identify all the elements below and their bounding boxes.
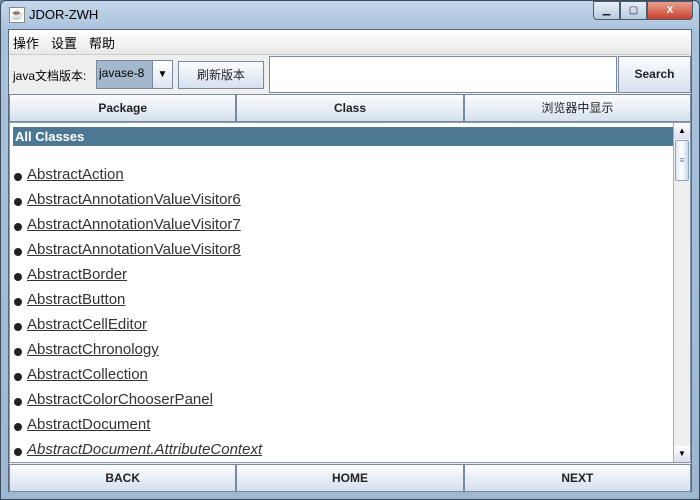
bullet-icon: [14, 197, 22, 206]
tab-browser[interactable]: 浏览器中显示: [463, 94, 691, 122]
bullet-icon: [14, 347, 22, 356]
menu-operate[interactable]: 操作: [13, 33, 39, 52]
back-button[interactable]: BACK: [9, 464, 237, 492]
list-item: AbstractAnnotationValueVisitor8: [13, 237, 262, 262]
maximize-button[interactable]: ▢: [620, 1, 647, 20]
list-item: AbstractAction: [13, 162, 262, 187]
class-list: All Classes AbstractAction AbstractAnnota…: [9, 122, 691, 463]
list-header: All Classes: [13, 127, 673, 146]
next-button[interactable]: NEXT: [463, 464, 691, 492]
bullet-icon: [14, 322, 22, 331]
version-select[interactable]: javase-8 ▼: [96, 60, 173, 89]
list-item: AbstractAnnotationValueVisitor7: [13, 212, 262, 237]
window-title: JDOR-ZWH: [29, 7, 99, 22]
menu-settings[interactable]: 设置: [51, 33, 77, 52]
bullet-icon: [14, 422, 22, 431]
scroll-up-icon[interactable]: ▲: [674, 123, 690, 139]
chevron-down-icon[interactable]: ▼: [152, 61, 172, 88]
class-link[interactable]: AbstractChronology: [27, 341, 159, 358]
list-item: AbstractColorChooserPanel: [13, 387, 262, 412]
version-value: javase-8: [97, 61, 152, 88]
bullet-icon: [14, 272, 22, 281]
close-button[interactable]: X: [647, 1, 693, 20]
list-item: AbstractChronology: [13, 337, 262, 362]
minimize-button[interactable]: ▁: [593, 1, 620, 20]
tab-class[interactable]: Class: [236, 94, 464, 122]
java-app-icon: ☕: [9, 7, 25, 23]
tab-package[interactable]: Package: [9, 94, 237, 122]
scroll-down-icon[interactable]: ▼: [674, 446, 690, 462]
bullet-icon: [14, 447, 22, 456]
bullet-icon: [14, 372, 22, 381]
view-tabs: Package Class 浏览器中显示: [9, 94, 691, 122]
list-item: AbstractDocument.AttributeContext: [13, 437, 262, 462]
class-link[interactable]: AbstractDocument: [27, 416, 150, 433]
vertical-scrollbar[interactable]: ▲ ≡ ▼: [673, 123, 690, 462]
list-item: AbstractDocument: [13, 412, 262, 437]
class-link[interactable]: AbstractCollection: [27, 366, 148, 383]
nav-bar: BACK HOME NEXT: [9, 464, 691, 492]
class-link[interactable]: AbstractDocument.AttributeContext: [27, 441, 262, 458]
refresh-version-button[interactable]: 刷新版本: [178, 61, 264, 89]
menu-bar: 操作 设置 帮助: [9, 30, 691, 55]
bullet-icon: [14, 397, 22, 406]
scroll-thumb[interactable]: ≡: [675, 140, 689, 181]
class-link[interactable]: AbstractCellEditor: [27, 316, 147, 333]
bullet-icon: [14, 172, 22, 181]
version-label: java文档版本:: [13, 69, 87, 83]
list-item: AbstractCollection: [13, 362, 262, 387]
search-input[interactable]: [269, 56, 617, 93]
class-link[interactable]: AbstractButton: [27, 291, 125, 308]
class-link[interactable]: AbstractAnnotationValueVisitor6: [27, 191, 241, 208]
list-item: AbstractBorder: [13, 262, 262, 287]
client-area: 操作 设置 帮助 java文档版本: javase-8 ▼ 刷新版本 Searc…: [8, 29, 692, 492]
toolbar: java文档版本: javase-8 ▼ 刷新版本 Search: [9, 56, 691, 94]
list-item: AbstractAnnotationValueVisitor6: [13, 187, 262, 212]
bullet-icon: [14, 297, 22, 306]
class-link[interactable]: AbstractAction: [27, 166, 124, 183]
menu-help[interactable]: 帮助: [89, 33, 115, 52]
bullet-icon: [14, 222, 22, 231]
list-item: AbstractButton: [13, 287, 262, 312]
class-link[interactable]: AbstractColorChooserPanel: [27, 391, 213, 408]
bullet-icon: [14, 247, 22, 256]
class-link[interactable]: AbstractAnnotationValueVisitor7: [27, 216, 241, 233]
list-item: AbstractCellEditor: [13, 312, 262, 337]
search-button[interactable]: Search: [618, 56, 691, 93]
home-button[interactable]: HOME: [236, 464, 464, 492]
class-link[interactable]: AbstractBorder: [27, 266, 127, 283]
class-link[interactable]: AbstractAnnotationValueVisitor8: [27, 241, 241, 258]
